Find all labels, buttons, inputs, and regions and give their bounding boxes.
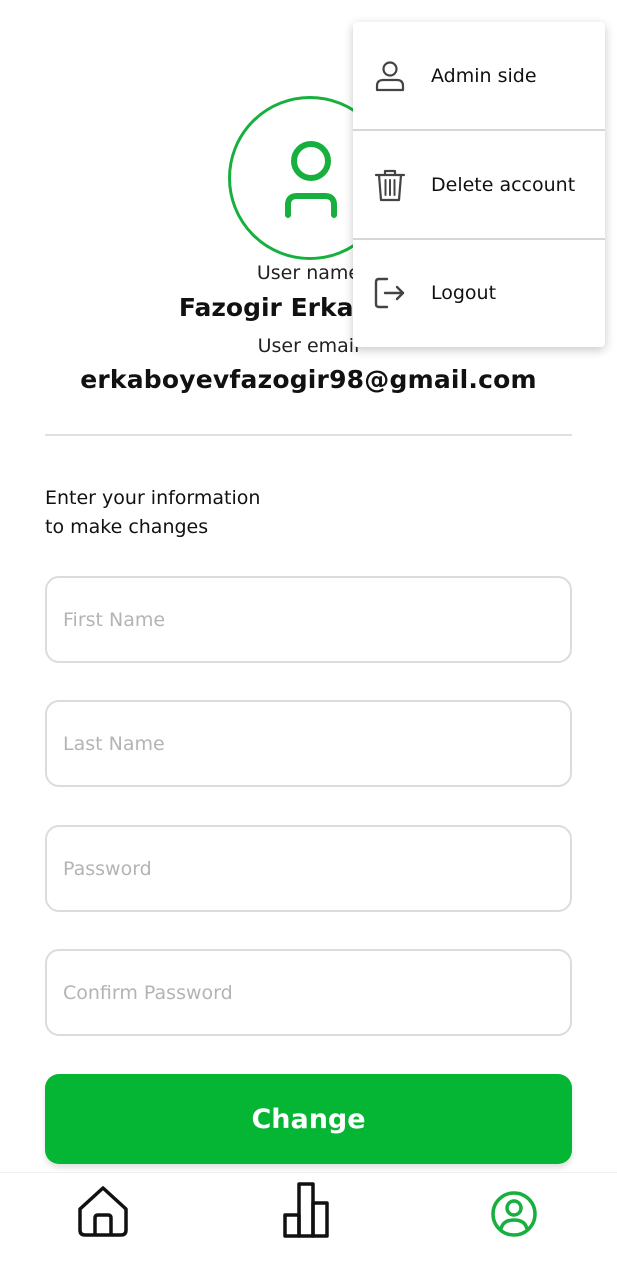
profile-icon: [491, 1191, 537, 1237]
overflow-menu: Admin side Delete account Logout: [353, 22, 605, 347]
confirm-password-field: [45, 949, 572, 1036]
user-email-value: erkaboyevfazogir98@gmail.com: [80, 365, 537, 394]
logout-icon: [374, 277, 405, 309]
home-icon: [78, 1186, 128, 1237]
menu-label-logout: Logout: [431, 282, 497, 304]
first-name-input[interactable]: [47, 578, 570, 661]
last-name-field: [45, 700, 572, 787]
confirm-password-input[interactable]: [47, 951, 570, 1034]
menu-label-delete-account: Delete account: [431, 174, 576, 196]
menu-item-delete-account[interactable]: Delete account: [353, 131, 605, 239]
password-input[interactable]: [47, 827, 570, 910]
nav-profile[interactable]: [484, 1181, 544, 1241]
person-icon: [375, 61, 405, 92]
bar-chart-icon: [283, 1182, 329, 1238]
menu-label-admin-side: Admin side: [431, 65, 537, 87]
menu-item-admin-side[interactable]: Admin side: [353, 22, 605, 130]
profile-screen: User name Fazogir Erkaboyev User email e…: [0, 0, 617, 1280]
first-name-field: [45, 576, 572, 663]
change-button[interactable]: Change: [45, 1074, 572, 1164]
instructions-line-2: to make changes: [45, 516, 209, 538]
nav-statistics[interactable]: [278, 1181, 338, 1241]
nav-home[interactable]: [73, 1181, 133, 1241]
trash-icon: [374, 169, 406, 202]
form-instructions: Enter your information to make changes: [45, 484, 445, 542]
instructions-line-1: Enter your information: [45, 487, 261, 509]
divider: [45, 434, 572, 436]
bottom-nav: [0, 1172, 617, 1280]
password-field: [45, 825, 572, 912]
last-name-input[interactable]: [47, 702, 570, 785]
menu-item-logout[interactable]: Logout: [353, 239, 605, 347]
